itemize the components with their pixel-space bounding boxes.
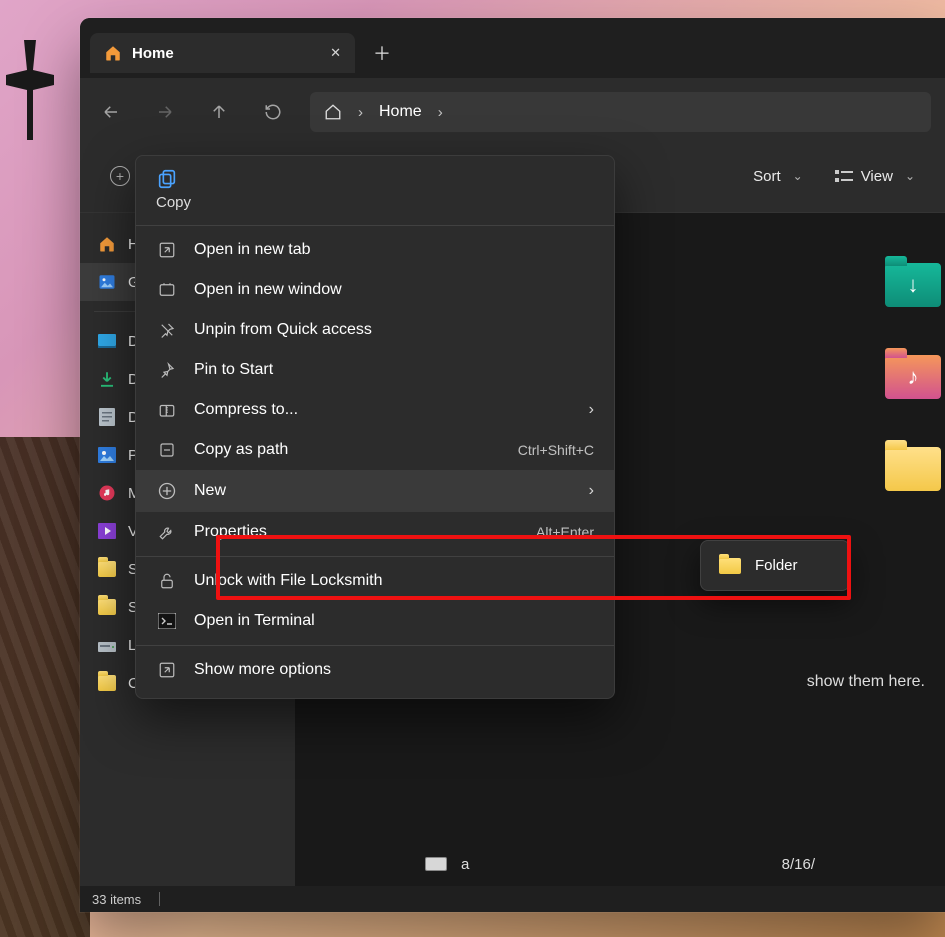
lock-open-icon xyxy=(156,572,178,590)
chevron-right-icon: › xyxy=(589,482,594,500)
document-icon xyxy=(98,408,116,426)
ctx-open-new-tab[interactable]: Open in new tab xyxy=(136,230,614,270)
pin-icon xyxy=(156,361,178,379)
open-tab-icon xyxy=(156,241,178,259)
desktop-icon xyxy=(98,332,116,350)
home-icon xyxy=(104,44,122,62)
ctx-copy-as-path[interactable]: Copy as path Ctrl+Shift+C xyxy=(136,430,614,470)
file-date: 8/16/ xyxy=(782,856,815,873)
ctx-compress[interactable]: Compress to... › xyxy=(136,390,614,430)
refresh-button[interactable] xyxy=(256,95,290,129)
open-window-icon xyxy=(156,281,178,299)
copy-path-icon xyxy=(156,441,178,459)
terminal-icon xyxy=(156,613,178,629)
ctx-unlock-filelocksmith[interactable]: Unlock with File Locksmith xyxy=(136,561,614,601)
ctx-label: Open in Terminal xyxy=(194,612,315,630)
folder-icon xyxy=(719,558,741,574)
ctx-label: Compress to... xyxy=(194,401,298,419)
view-label: View xyxy=(861,168,893,185)
ctx-shortcut: Ctrl+Shift+C xyxy=(518,442,594,458)
home-icon xyxy=(98,235,116,253)
ctx-label: Unpin from Quick access xyxy=(194,321,372,339)
pictures-icon xyxy=(98,446,116,464)
ctx-unpin-quick-access[interactable]: Unpin from Quick access xyxy=(136,310,614,350)
wrench-icon xyxy=(156,523,178,541)
compress-icon xyxy=(156,401,178,419)
empty-hint-text: show them here. xyxy=(807,673,925,691)
folder-tile[interactable] xyxy=(885,447,941,491)
sort-button[interactable]: Sort ⌄ xyxy=(743,162,813,191)
chevron-down-icon: ⌄ xyxy=(905,169,915,183)
navigation-bar: › Home › xyxy=(80,78,945,146)
quick-access-folders: ↓ ♪ xyxy=(885,263,941,491)
ctx-show-more-options[interactable]: Show more options xyxy=(136,650,614,690)
chevron-right-icon: › xyxy=(358,104,363,121)
context-menu: Copy Open in new tab Open in new window … xyxy=(135,155,615,699)
file-name: a xyxy=(461,856,469,873)
home-outline-icon xyxy=(324,103,342,121)
tab-title: Home xyxy=(132,45,174,62)
downloads-folder-tile[interactable]: ↓ xyxy=(885,263,941,307)
new-submenu: Folder xyxy=(700,540,850,591)
view-button[interactable]: View ⌄ xyxy=(825,162,925,191)
music-note-icon: ♪ xyxy=(885,355,941,399)
status-bar: 33 items xyxy=(80,886,945,912)
folder-icon xyxy=(98,598,116,616)
submenu-label: Folder xyxy=(755,557,798,574)
forward-button[interactable] xyxy=(148,95,182,129)
tab-bar: Home ✕ ＋ xyxy=(80,18,945,78)
videos-icon xyxy=(98,522,116,540)
gallery-icon xyxy=(98,273,116,291)
download-icon: ↓ xyxy=(885,263,941,307)
download-icon xyxy=(98,370,116,388)
drive-icon xyxy=(425,857,447,871)
ctx-label: Open in new window xyxy=(194,281,342,299)
ctx-open-new-window[interactable]: Open in new window xyxy=(136,270,614,310)
item-count: 33 items xyxy=(92,892,141,907)
ctx-label: Show more options xyxy=(194,661,331,679)
breadcrumb-location[interactable]: Home xyxy=(379,103,422,121)
chevron-right-icon: › xyxy=(589,401,594,419)
plus-circle-icon: + xyxy=(110,166,130,186)
back-button[interactable] xyxy=(94,95,128,129)
chevron-right-icon[interactable]: › xyxy=(438,104,443,121)
music-icon xyxy=(98,484,116,502)
tab-close-icon[interactable]: ✕ xyxy=(330,45,341,61)
disk-icon xyxy=(98,636,116,654)
plus-circle-icon xyxy=(156,481,178,501)
unpin-icon xyxy=(156,321,178,339)
ctx-label: Copy as path xyxy=(194,441,288,459)
ctx-new[interactable]: New › xyxy=(136,470,614,512)
submenu-folder[interactable]: Folder xyxy=(707,547,843,584)
ctx-pin-to-start[interactable]: Pin to Start xyxy=(136,350,614,390)
view-icon xyxy=(835,169,853,183)
tab-home[interactable]: Home ✕ xyxy=(90,33,355,73)
sort-label: Sort xyxy=(753,168,781,185)
address-bar[interactable]: › Home › xyxy=(310,92,931,132)
ctx-label: Open in new tab xyxy=(194,241,311,259)
ctx-label: Properties xyxy=(194,523,267,541)
copy-icon[interactable] xyxy=(156,168,594,190)
folder-icon xyxy=(98,674,116,692)
ctx-label: Pin to Start xyxy=(194,361,273,379)
ctx-open-terminal[interactable]: Open in Terminal xyxy=(136,601,614,641)
music-folder-tile[interactable]: ♪ xyxy=(885,355,941,399)
chevron-down-icon: ⌄ xyxy=(793,169,803,183)
more-icon xyxy=(156,661,178,679)
ctx-label: New xyxy=(194,482,226,500)
up-button[interactable] xyxy=(202,95,236,129)
copy-label: Copy xyxy=(156,194,594,211)
ctx-shortcut: Alt+Enter xyxy=(536,524,594,540)
ctx-properties[interactable]: Properties Alt+Enter xyxy=(136,512,614,552)
file-row[interactable]: a 8/16/ xyxy=(295,842,945,886)
folder-icon xyxy=(98,560,116,578)
ctx-label: Unlock with File Locksmith xyxy=(194,572,383,590)
new-tab-button[interactable]: ＋ xyxy=(373,40,391,66)
